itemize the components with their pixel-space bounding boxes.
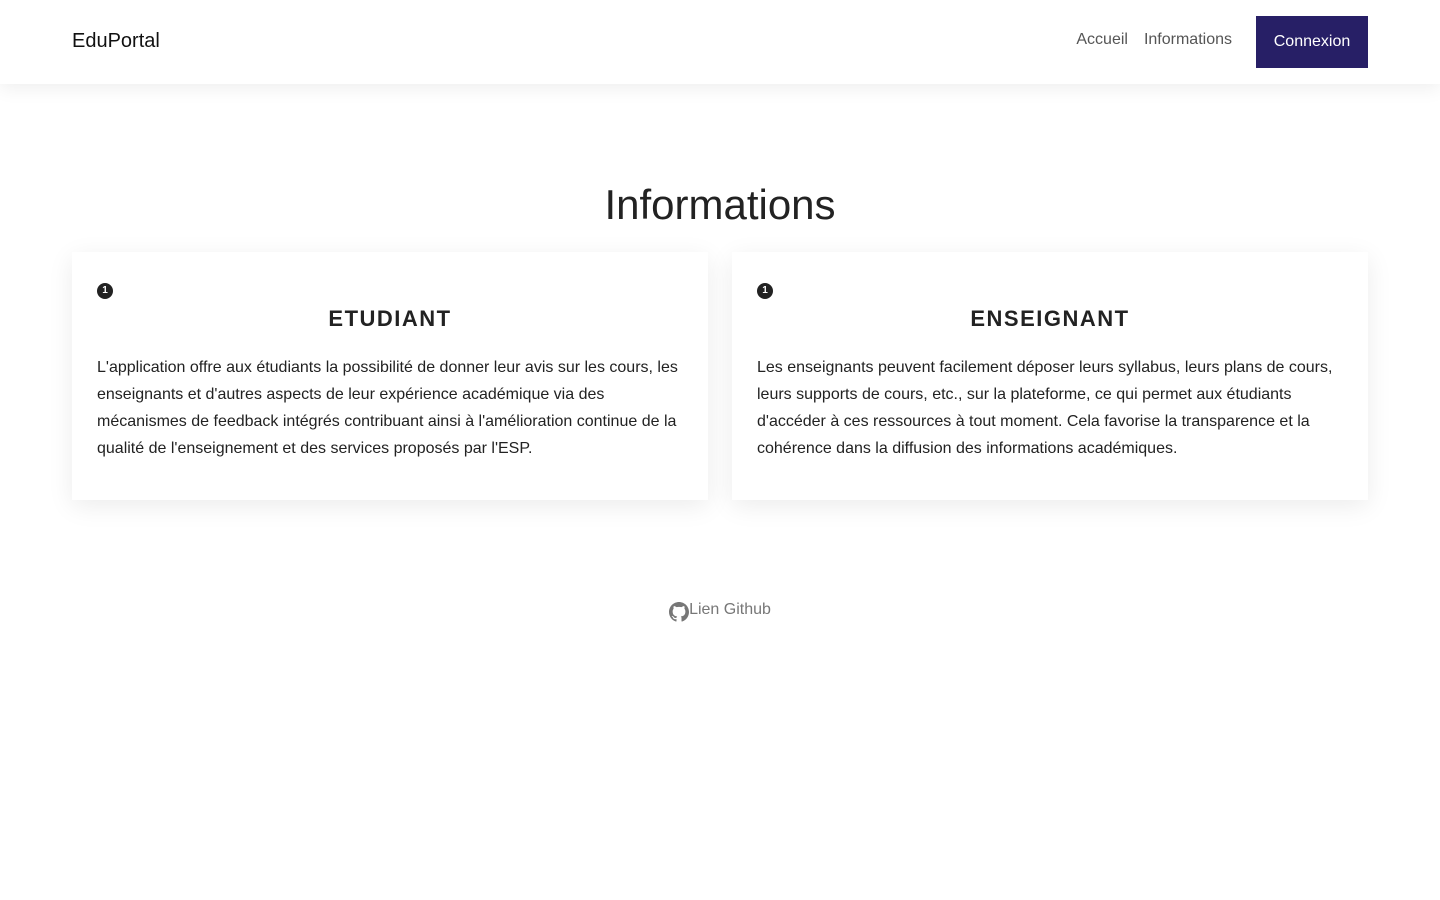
login-button[interactable]: Connexion	[1256, 16, 1368, 68]
nav-link-accueil[interactable]: Accueil	[1076, 30, 1128, 50]
card-title: ETUDIANT	[328, 306, 452, 331]
github-icon	[669, 602, 690, 622]
github-link[interactable]: Lien Github	[0, 598, 1440, 622]
page-title: Informations	[604, 181, 836, 228]
card-description: Les enseignants peuvent facilement dépos…	[757, 359, 1333, 457]
nav-link-informations[interactable]: Informations	[1144, 30, 1232, 50]
card-description: L'application offre aux étudiants la pos…	[97, 359, 678, 457]
info-card-etudiant: 1 ETUDIANT L'application offre aux étudi…	[72, 252, 708, 500]
navbar: EduPortal Accueil Informations Connexion	[0, 0, 1440, 84]
brand-logo[interactable]: EduPortal	[72, 29, 160, 53]
github-link-label: Lien Github	[689, 601, 771, 618]
info-card-enseignant: 1 ENSEIGNANT Les enseignants peuvent fac…	[732, 252, 1368, 500]
card-number-badge: 1	[97, 283, 113, 299]
main-nav: Accueil Informations	[1076, 30, 1232, 50]
card-title: ENSEIGNANT	[970, 306, 1130, 331]
card-number-badge: 1	[757, 283, 773, 299]
